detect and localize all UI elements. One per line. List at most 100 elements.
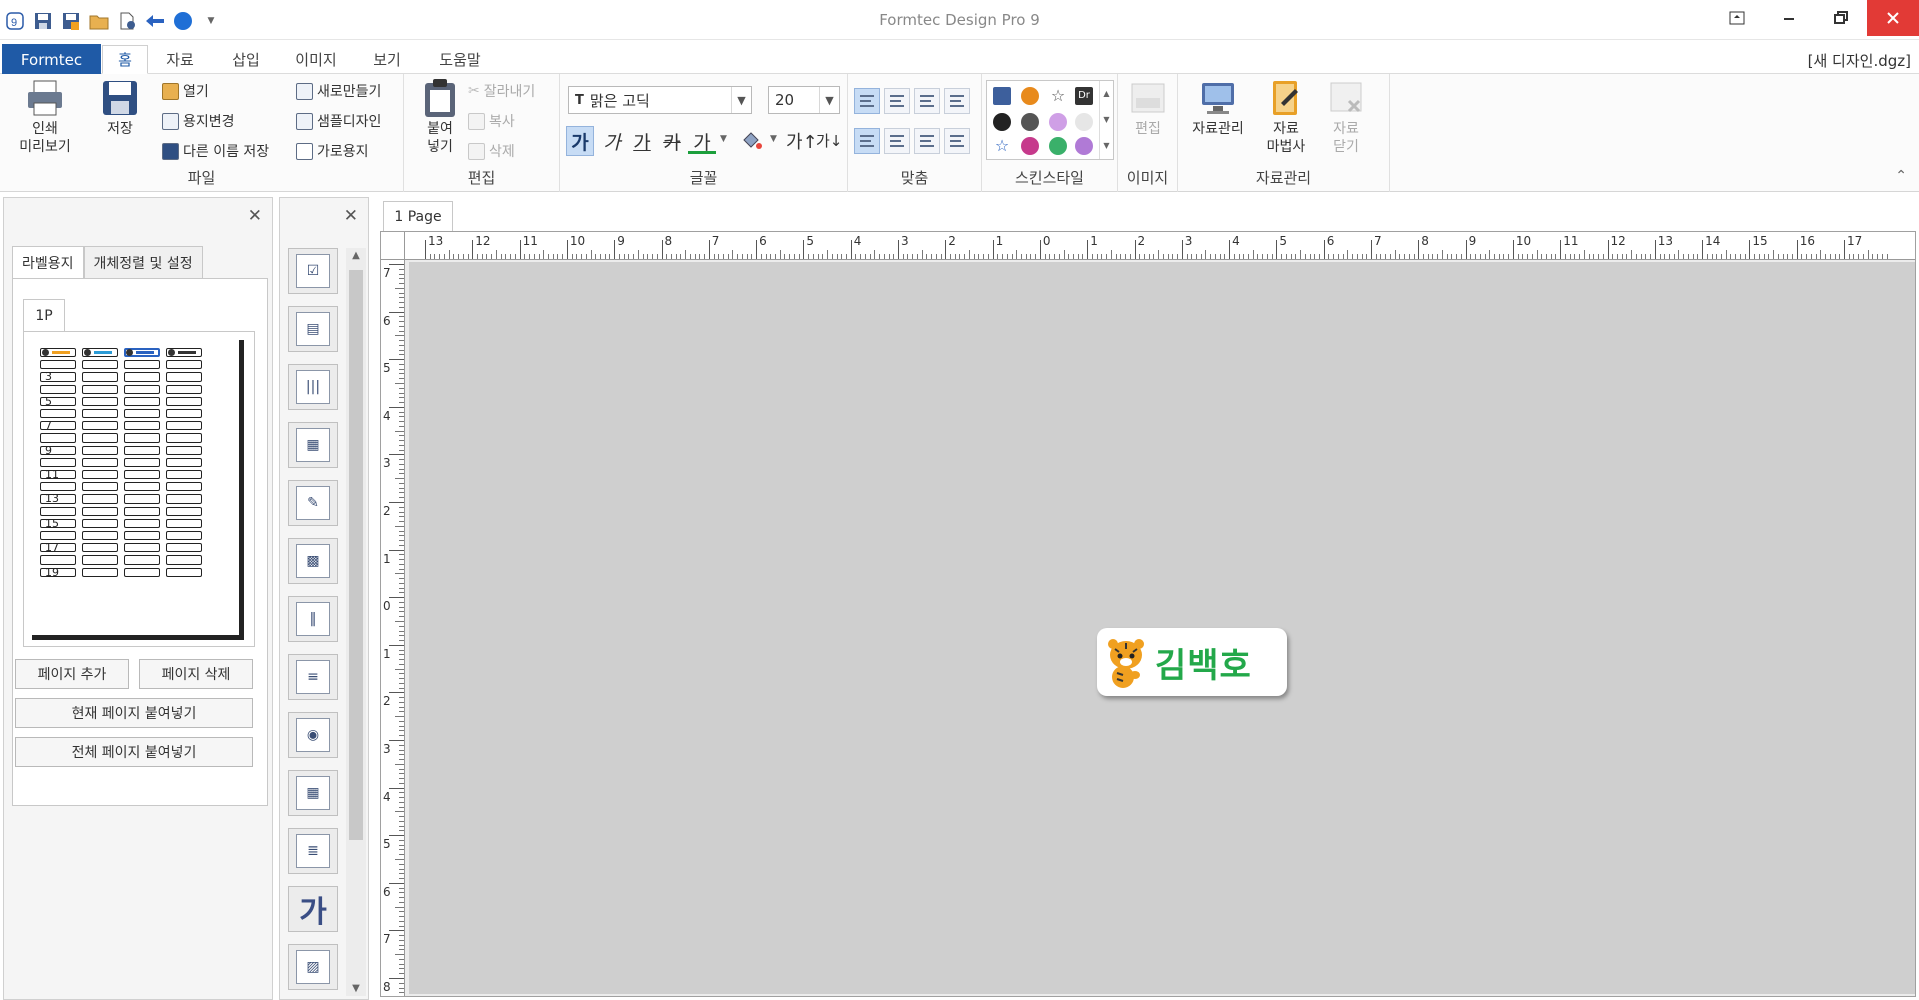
page-tab[interactable]: 1 Page [383, 201, 453, 231]
skin-blue-star-icon[interactable]: ☆ [993, 137, 1011, 155]
computer-icon [1198, 78, 1238, 118]
tool-big-text-button[interactable]: 가 [288, 886, 338, 932]
cut-button[interactable]: ✂ 잘라내기 [468, 80, 535, 102]
delete-page-button[interactable]: 페이지 삭제 [139, 659, 253, 689]
shrink-font-icon[interactable]: 가↓ [816, 130, 842, 151]
page-subtab[interactable]: 1P [23, 299, 65, 332]
chevron-up-icon[interactable]: ▲ [346, 250, 366, 261]
add-page-button[interactable]: 페이지 추가 [15, 659, 129, 689]
align-justify-button[interactable] [944, 88, 970, 114]
bold-button[interactable]: 가 [566, 126, 594, 156]
tool-checklist-button[interactable]: ☑ [288, 248, 338, 294]
tool-scrollbar[interactable]: ▲ ▼ [346, 248, 366, 996]
skin-black-icon[interactable] [993, 113, 1011, 131]
tab-home[interactable]: 홈 [102, 45, 148, 74]
maximize-button[interactable] [1815, 0, 1867, 36]
valign-top-button[interactable] [854, 128, 880, 154]
skin-violet-icon[interactable] [1075, 137, 1093, 155]
skin-purple-icon[interactable] [1049, 113, 1067, 131]
tool-barcode-button[interactable]: ‖ [288, 596, 338, 642]
strikethrough-button[interactable]: 카 [658, 128, 686, 154]
close-icon[interactable]: ✕ [248, 206, 262, 226]
tab-formtec[interactable]: Formtec [2, 44, 101, 75]
copy-button[interactable]: 복사 [468, 110, 515, 132]
ruler-minor-tick [779, 250, 781, 259]
tab-label-paper[interactable]: 라벨용지 [12, 246, 84, 278]
skin-green-icon[interactable] [1049, 137, 1067, 155]
delete-button[interactable]: 삭제 [468, 140, 515, 162]
tool-picture-button[interactable]: ▨ [288, 944, 338, 990]
chevron-down-icon[interactable]: ▼ [346, 983, 366, 994]
name-label[interactable]: 김백호 [1097, 628, 1287, 696]
open-button[interactable]: 열기 [162, 80, 209, 102]
close-button[interactable] [1867, 0, 1919, 36]
tool-color-barcode-button[interactable]: ≡ [288, 654, 338, 700]
align-left-button[interactable] [854, 88, 880, 114]
tool-qr-code-button[interactable]: ▩ [288, 538, 338, 584]
data-manage-button[interactable]: 자료관리 [1188, 78, 1248, 138]
collapse-ribbon-icon[interactable]: ⌃ [1895, 168, 1907, 184]
font-color-button[interactable]: 가 [688, 128, 716, 154]
font-size-select[interactable]: 20 ▼ [768, 86, 840, 114]
skin-gallery-scroll[interactable]: ▲ ▼ ▼ [1099, 81, 1113, 159]
image-edit-button[interactable]: 편집 [1128, 78, 1168, 138]
ruler-major-tick [1654, 240, 1656, 259]
tool-image-badge-button[interactable]: ◉ [288, 712, 338, 758]
skin-square-icon[interactable] [993, 87, 1011, 105]
tab-insert[interactable]: 삽입 [220, 45, 272, 74]
save-big-button[interactable]: 저장 [88, 78, 152, 138]
tool-list-button[interactable]: ≣ [288, 828, 338, 874]
skin-gray-icon[interactable] [1021, 113, 1039, 131]
valign-middle-button[interactable] [884, 128, 910, 154]
change-paper-button[interactable]: 용지변경 [162, 110, 235, 132]
new-button[interactable]: 새로만들기 [296, 80, 381, 102]
paste-current-page-button[interactable]: 현재 페이지 붙여넣기 [15, 698, 253, 728]
ruler-minor-tick [399, 640, 404, 642]
ribbon-display-button[interactable] [1711, 0, 1763, 36]
ruler-minor-tick [399, 511, 404, 513]
paste-all-pages-button[interactable]: 전체 페이지 붙여넣기 [15, 737, 253, 767]
tab-data[interactable]: 자료 [155, 45, 205, 74]
ruler-minor-tick [395, 811, 404, 813]
skin-star-icon[interactable]: ☆ [1049, 87, 1067, 105]
print-preview-button[interactable]: 인쇄 미리보기 [10, 78, 80, 156]
chevron-down-icon[interactable]: ▼ [720, 134, 727, 144]
tab-image[interactable]: 이미지 [286, 45, 346, 74]
tab-help[interactable]: 도움말 [428, 45, 492, 74]
tool-text-box-button[interactable]: ▤ [288, 306, 338, 352]
fill-color-icon[interactable] [740, 130, 764, 152]
minimize-button[interactable] [1763, 0, 1815, 36]
valign-fit-button[interactable] [944, 128, 970, 154]
grow-font-icon[interactable]: 가↑ [786, 128, 818, 154]
tool-multi-text-button[interactable]: ▦ [288, 422, 338, 468]
close-icon[interactable]: ✕ [344, 206, 358, 226]
landscape-button[interactable]: 가로용지 [296, 140, 369, 162]
ruler-label: 5 [383, 837, 391, 852]
paste-button[interactable]: 붙여 넣기 [410, 78, 470, 156]
data-wizard-button[interactable]: 자료 마법사 [1258, 78, 1314, 156]
tool-barcode-text-button[interactable]: ||| [288, 364, 338, 410]
tab-object-align[interactable]: 개체정렬 및 설정 [83, 246, 203, 278]
tab-view[interactable]: 보기 [362, 45, 412, 74]
skin-orange-icon[interactable] [1021, 87, 1039, 105]
data-close-button[interactable]: 자료 닫기 [1318, 78, 1374, 156]
valign-bottom-button[interactable] [914, 128, 940, 154]
tool-table-button[interactable]: ▦ [288, 770, 338, 816]
chevron-down-icon[interactable]: ▼ [770, 134, 777, 144]
align-center-button[interactable] [884, 88, 910, 114]
align-right-button[interactable] [914, 88, 940, 114]
italic-button[interactable]: 가 [598, 128, 626, 154]
save-as-button[interactable]: 다른 이름 저장 [162, 140, 269, 162]
underline-button[interactable]: 가 [628, 128, 656, 154]
label-name-text[interactable]: 김백호 [1155, 638, 1252, 687]
skin-magenta-icon[interactable] [1021, 137, 1039, 155]
font-name-select[interactable]: T 맑은 고딕 ▼ [568, 86, 752, 114]
scrollbar-thumb[interactable] [349, 270, 363, 840]
tool-text-effect-button[interactable]: ✎ [288, 480, 338, 526]
skin-dr-icon[interactable]: Dr [1075, 87, 1093, 105]
canvas-workspace[interactable]: 김백호 [409, 262, 1915, 994]
ruler-minor-tick [1091, 254, 1093, 259]
page-thumbnail[interactable]: 3 5 7 9 11 13 15 17 19 [23, 331, 255, 647]
sample-design-button[interactable]: 샘플디자인 [296, 110, 381, 132]
skin-white-icon[interactable] [1075, 113, 1093, 131]
